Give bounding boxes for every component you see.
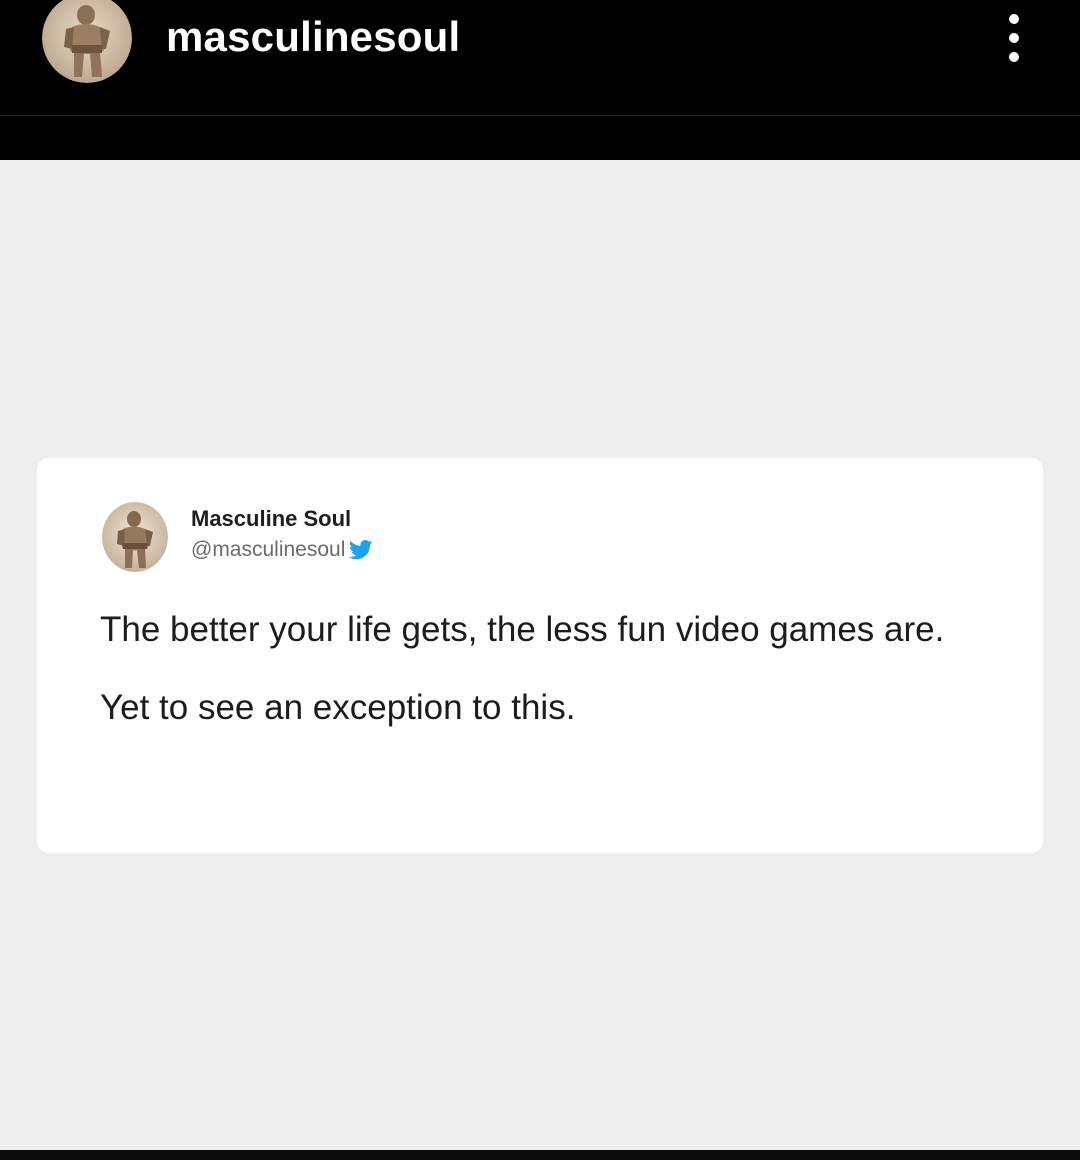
- bottom-edge: [0, 1150, 1080, 1160]
- twitter-bird-icon: [349, 540, 373, 560]
- tweet-author-handle: @masculinesoul: [191, 538, 346, 561]
- post-image[interactable]: Masculine Soul @masculinesoul The better…: [0, 160, 1080, 1150]
- more-vertical-icon: [1009, 52, 1019, 62]
- more-vertical-icon: [1009, 33, 1019, 43]
- profile-username[interactable]: masculinesoul: [166, 12, 460, 62]
- tweet-text: The better your life gets, the less fun …: [100, 604, 980, 734]
- statue-avatar-icon: [102, 502, 168, 572]
- tweet-card: Masculine Soul @masculinesoul The better…: [37, 458, 1043, 853]
- more-options-button[interactable]: [994, 10, 1034, 66]
- tweet-handle-row: @masculinesoul: [191, 538, 373, 562]
- header-spacer: [0, 116, 1080, 160]
- tweet-paragraph: Yet to see an exception to this.: [100, 688, 576, 727]
- more-vertical-icon: [1009, 14, 1019, 24]
- tweet-paragraph: The better your life gets, the less fun …: [100, 610, 945, 649]
- statue-avatar-icon: [42, 0, 132, 83]
- tweet-author-name: Masculine Soul: [191, 506, 352, 531]
- tweet-author-avatar: [102, 502, 168, 572]
- profile-header: masculinesoul: [0, 0, 1080, 115]
- profile-avatar[interactable]: [42, 0, 132, 83]
